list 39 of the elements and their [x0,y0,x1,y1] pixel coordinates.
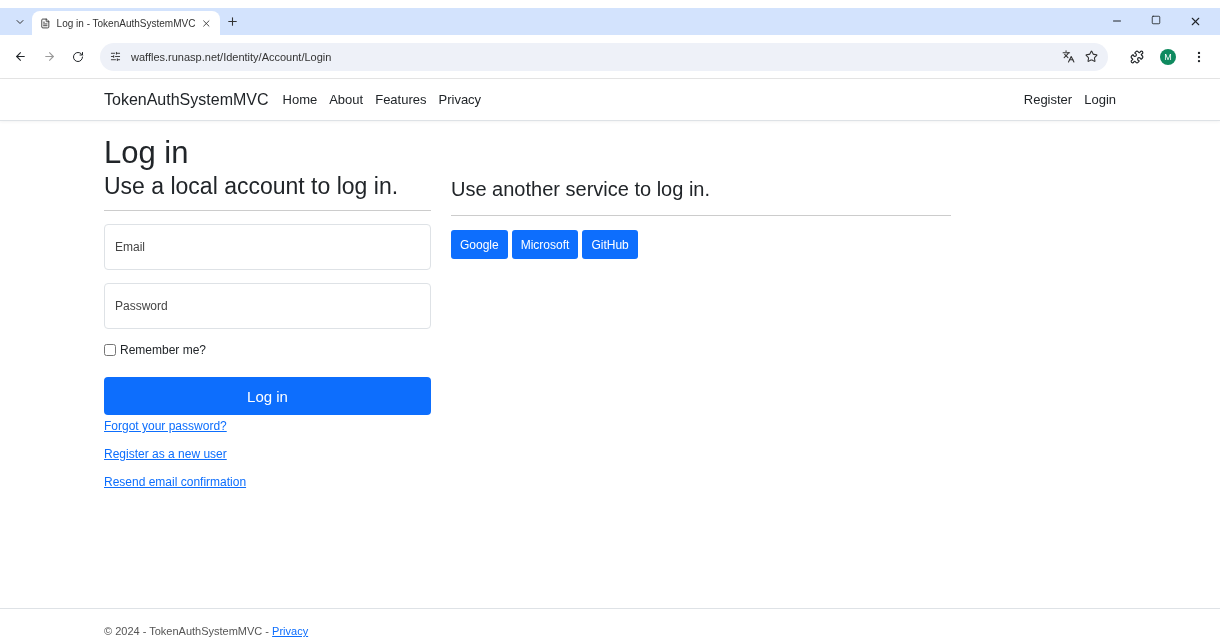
account-link[interactable]: Resend email confirmation [104,475,247,489]
brand-link[interactable]: TokenAuthSystemMVC [104,90,269,109]
section-heading: Use a local account to log in. [104,173,431,211]
section-heading: Use another service to log in. [451,178,951,216]
provider-button[interactable]: Microsoft [511,230,579,259]
nav-link[interactable]: Privacy [438,92,482,107]
nav-link[interactable]: Register [1023,92,1073,107]
remember-checkbox[interactable] [104,344,116,356]
tab-title: Log in - TokenAuthSystemMVC [56,17,196,29]
profile-avatar[interactable]: M [1160,48,1176,65]
site-settings-icon[interactable] [110,51,121,62]
bookmark-star-icon[interactable] [1085,50,1098,63]
privacy-link[interactable]: Privacy [272,625,309,637]
close-icon[interactable] [1189,15,1202,28]
reload-icon[interactable] [72,50,84,63]
page-icon [40,17,51,29]
nav-link[interactable]: Login [1084,92,1116,107]
address-bar[interactable]: waffles.runasp.net/Identity/Account/Login [100,42,1108,71]
account-link[interactable]: Forgot your password? [104,419,227,433]
extensions-icon[interactable] [1130,49,1144,64]
input-field[interactable]: Email [104,224,431,270]
forward-icon[interactable] [43,50,56,63]
login-button[interactable]: Log in [104,377,431,415]
nav-link[interactable]: Features [375,92,427,107]
browser-tab[interactable]: Log in - TokenAuthSystemMVC [32,11,220,35]
back-icon[interactable] [14,50,27,63]
new-tab-icon[interactable] [226,15,239,28]
provider-button[interactable]: Google [451,230,508,259]
footer-text: © 2024 - TokenAuthSystemMVC - [104,625,271,637]
page-title: Log in [104,135,190,171]
restore-icon[interactable] [1151,15,1161,25]
account-link[interactable]: Register as a new user [104,447,227,461]
translate-icon[interactable] [1062,50,1075,63]
checkbox-label: Remember me? [120,343,207,357]
provider-button[interactable]: GitHub [582,230,638,259]
nav-link[interactable]: About [329,92,364,107]
url-text: waffles.runasp.net/Identity/Account/Login [131,50,333,63]
input-field[interactable]: Password [104,283,431,329]
nav-link[interactable]: Home [282,92,318,107]
